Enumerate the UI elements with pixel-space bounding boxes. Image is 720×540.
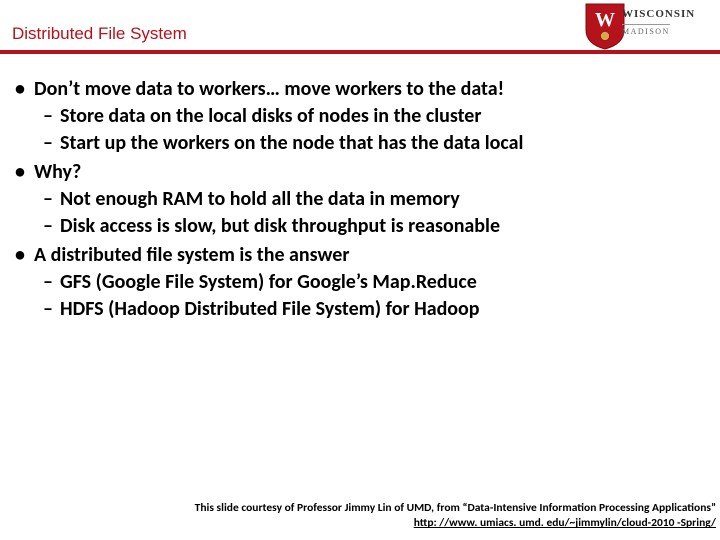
dash-marker: – [36,296,60,323]
bullet-list: • Don’t move data to workers… move worke… [6,76,714,323]
bullet-text: Start up the workers on the node that ha… [60,130,714,157]
dash-marker: – [36,130,60,157]
footer-credit: This slide courtesy of Professor Jimmy L… [0,501,720,532]
university-crest: W WISCONSIN MADISON [570,0,710,56]
bullet-text: Why? [34,159,714,186]
crest-text: WISCONSIN MADISON [622,8,704,39]
footer-line1: This slide courtesy of Professor Jimmy L… [0,501,716,517]
bullet-level1: • Don’t move data to workers… move worke… [6,76,714,103]
shield-icon: W [584,2,626,50]
bullet-text: Not enough RAM to hold all the data in m… [60,186,714,213]
dash-marker: – [36,213,60,240]
dash-marker: – [36,103,60,130]
bullet-marker: • [6,242,34,269]
bullet-level2: –GFS (Google File System) for Google’s M… [6,269,714,296]
bullet-text: Disk access is slow, but disk throughput… [60,213,714,240]
bullet-marker: • [6,76,34,103]
bullet-level2: –Not enough RAM to hold all the data in … [6,186,714,213]
bullet-text: HDFS (Hadoop Distributed File System) fo… [60,296,714,323]
bullet-marker: • [6,159,34,186]
slide-title: Distributed File System [12,24,187,44]
bullet-text: A distributed file system is the answer [34,242,714,269]
dash-marker: – [36,186,60,213]
bullet-level2: –HDFS (Hadoop Distributed File System) f… [6,296,714,323]
svg-text:W: W [595,9,615,31]
dash-marker: – [36,269,60,296]
bullet-level2: –Start up the workers on the node that h… [6,130,714,157]
bullet-level2: –Store data on the local disks of nodes … [6,103,714,130]
slide-body: • Don’t move data to workers… move worke… [0,54,720,540]
bullet-text: Store data on the local disks of nodes i… [60,103,714,130]
bullet-text: GFS (Google File System) for Google’s Ma… [60,269,714,296]
crest-line1: WISCONSIN [622,8,704,20]
bullet-text: Don’t move data to workers… move workers… [34,76,714,103]
bullet-level2: –Disk access is slow, but disk throughpu… [6,213,714,240]
slide: Distributed File System W WISCONSIN MADI… [0,0,720,540]
footer-link[interactable]: http: //www. umiacs. umd. edu/~jimmylin/… [414,516,716,530]
bullet-level1: • A distributed file system is the answe… [6,242,714,269]
header-bar: Distributed File System W WISCONSIN MADI… [0,0,720,54]
crest-line2: MADISON [622,24,670,36]
bullet-level1: • Why? [6,159,714,186]
